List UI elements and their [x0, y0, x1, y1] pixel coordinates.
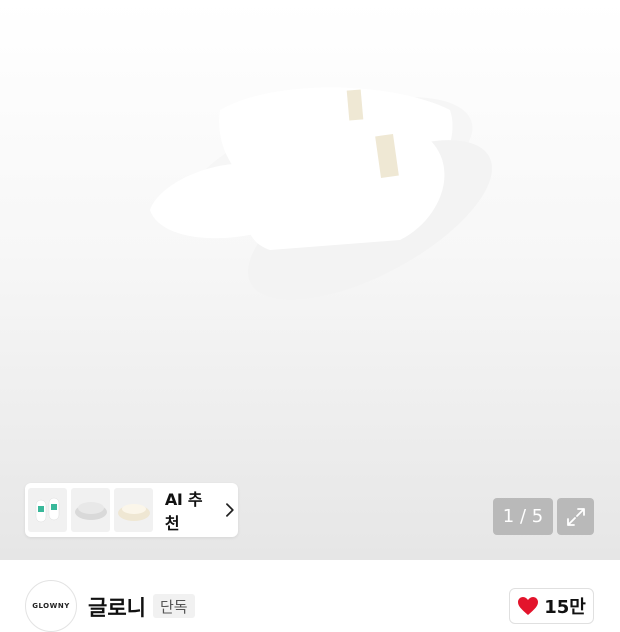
- expand-button[interactable]: [557, 498, 594, 535]
- brand-logo-text: GLOWNY: [32, 602, 70, 610]
- like-button[interactable]: 15만: [509, 588, 594, 624]
- expand-icon: [566, 507, 585, 526]
- recommend-thumbnail[interactable]: [70, 488, 110, 532]
- ai-recommend-panel[interactable]: AI 추천: [25, 483, 238, 537]
- product-photo: [150, 87, 492, 300]
- heart-icon: [518, 597, 539, 615]
- chevron-right-icon: [226, 503, 234, 517]
- product-image-gallery[interactable]: AI 추천 1 / 5: [0, 0, 620, 560]
- recommend-thumbnail[interactable]: [113, 488, 153, 532]
- like-count: 15만: [544, 597, 586, 618]
- exclusive-badge: 단독: [153, 594, 195, 618]
- image-page-counter: 1 / 5: [493, 498, 553, 535]
- recommend-thumbnail[interactable]: [28, 488, 67, 532]
- brand-logo[interactable]: GLOWNY: [25, 580, 77, 632]
- brand-name[interactable]: 글로니: [88, 592, 146, 622]
- ai-recommend-label: AI 추천: [164, 490, 203, 533]
